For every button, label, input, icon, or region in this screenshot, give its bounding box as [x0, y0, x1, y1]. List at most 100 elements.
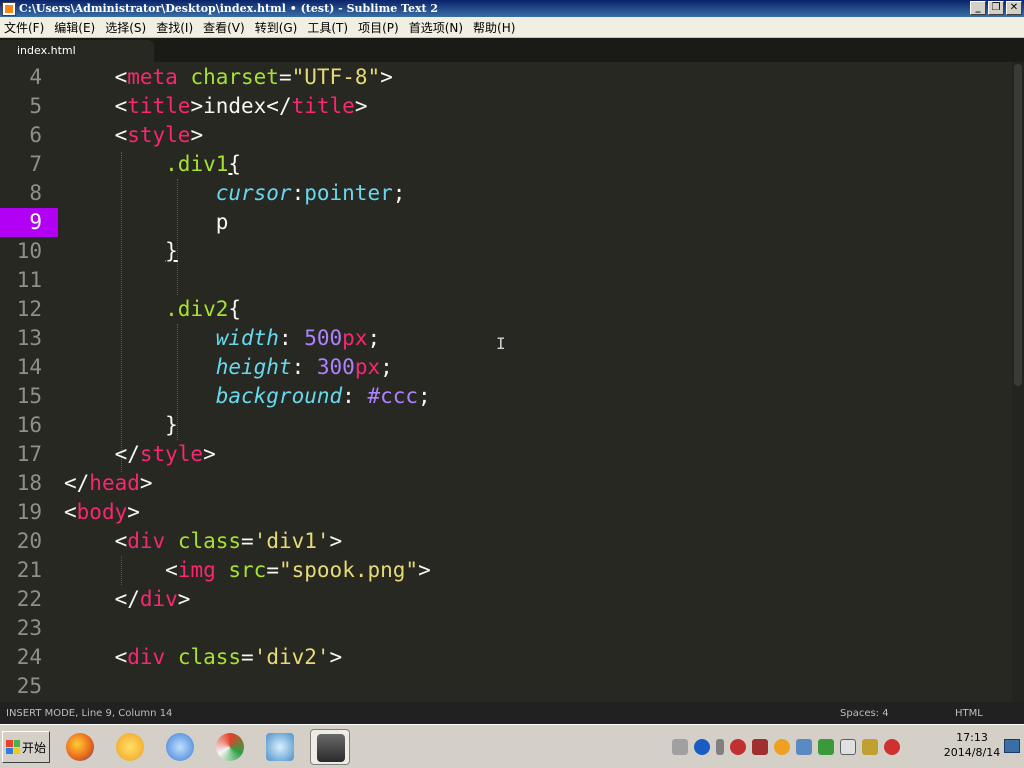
menu-bar: 文件(F) 编辑(E) 选择(S) 查找(I) 查看(V) 转到(G) 工具(T… — [0, 17, 1024, 38]
start-button[interactable]: 开始 — [2, 731, 50, 763]
code-line: <div class='div2'> — [64, 645, 343, 669]
taskbar-umbrella[interactable] — [210, 729, 250, 765]
line-number: 15 — [16, 384, 42, 408]
code-line: <style> — [64, 123, 204, 147]
syntax-selector[interactable]: HTML — [955, 708, 983, 719]
status-bar: INSERT MODE, Line 9, Column 14 Spaces: 4… — [0, 702, 1024, 724]
sublime-app-icon — [2, 1, 16, 16]
code-editor[interactable]: 4 5 6 7 8 9 10 11 12 13 14 15 16 17 18 1… — [0, 62, 1012, 702]
line-number: 13 — [16, 326, 42, 350]
menu-project[interactable]: 项目(P) — [358, 19, 399, 36]
code-line: cursor:pointer; — [215, 181, 406, 205]
line-number: 21 — [16, 558, 42, 582]
code-line: <body> — [64, 500, 140, 524]
line-number: 11 — [16, 268, 42, 292]
code-line: <img src="spook.png"> — [64, 558, 431, 582]
line-number: 14 — [16, 355, 42, 379]
current-line-number: 9 — [0, 208, 58, 237]
ibeam-cursor-icon: I — [496, 334, 506, 353]
taskbar-qq[interactable] — [110, 729, 150, 765]
menu-goto[interactable]: 转到(G) — [255, 19, 298, 36]
device-icon[interactable] — [840, 739, 856, 755]
restore-button[interactable]: ❐ — [988, 1, 1004, 15]
line-number: 10 — [16, 239, 42, 263]
line-number: 17 — [16, 442, 42, 466]
tab-bar: index.html — [0, 38, 1024, 62]
taskbar-magnifier[interactable] — [260, 729, 300, 765]
line-number: 18 — [16, 471, 42, 495]
volume-muted-icon[interactable] — [884, 739, 900, 755]
code-line: } — [64, 413, 178, 437]
code-line-current: p — [64, 210, 229, 234]
clock-date: 2014/8/14 — [943, 746, 1001, 759]
code-line: </style> — [64, 442, 216, 466]
show-desktop-icon[interactable] — [1004, 739, 1020, 753]
shield-icon[interactable] — [818, 739, 834, 755]
tool-icon[interactable] — [752, 739, 768, 755]
line-number: 7 — [29, 152, 42, 176]
network-icon[interactable] — [730, 739, 746, 755]
code-line: .div1{ — [165, 152, 242, 176]
vertical-scrollbar[interactable] — [1012, 62, 1024, 702]
code-line: <div class='div1'> — [64, 529, 343, 553]
expand-tray-icon[interactable] — [716, 739, 724, 755]
line-number-gutter: 4 5 6 7 8 9 10 11 12 13 14 15 16 17 18 1… — [0, 62, 58, 702]
indentation-setting[interactable]: Spaces: 4 — [840, 708, 889, 719]
line-number: 12 — [16, 297, 42, 321]
sublime-text-icon — [317, 734, 345, 762]
taskbar-firefox[interactable] — [60, 729, 100, 765]
menu-preferences[interactable]: 首选项(N) — [409, 19, 463, 36]
menu-edit[interactable]: 编辑(E) — [54, 19, 95, 36]
taskbar-sublime-text[interactable] — [310, 729, 350, 765]
display-icon[interactable] — [796, 739, 812, 755]
menu-tools[interactable]: 工具(T) — [307, 19, 348, 36]
scrollbar-thumb[interactable] — [1014, 64, 1022, 386]
clock-time: 17:13 — [956, 731, 988, 744]
code-line: width: 500px; — [215, 326, 381, 350]
windows-logo-icon — [6, 740, 20, 754]
code-line: </div> — [64, 587, 191, 611]
window-title: C:\Users\Administrator\Desktop\index.htm… — [19, 2, 439, 15]
lock-icon[interactable] — [862, 739, 878, 755]
menu-selection[interactable]: 选择(S) — [105, 19, 146, 36]
keyboard-icon[interactable] — [672, 739, 688, 755]
menu-file[interactable]: 文件(F) — [4, 19, 44, 36]
start-label: 开始 — [22, 740, 47, 755]
minimize-button[interactable]: _ — [970, 1, 986, 15]
code-line: background: #ccc; — [215, 384, 431, 408]
line-number: 8 — [29, 181, 42, 205]
code-line: <title>index</title> — [64, 94, 368, 118]
code-line: .div2{ — [165, 297, 242, 321]
screen-magnifier-icon — [266, 733, 294, 761]
window-title-bar[interactable]: C:\Users\Administrator\Desktop\index.htm… — [0, 0, 1024, 17]
menu-help[interactable]: 帮助(H) — [473, 19, 515, 36]
menu-find[interactable]: 查找(I) — [156, 19, 193, 36]
qq-tray-icon[interactable] — [774, 739, 790, 755]
line-number: 20 — [16, 529, 42, 553]
line-number: 22 — [16, 587, 42, 611]
line-number: 5 — [29, 94, 42, 118]
line-number: 6 — [29, 123, 42, 147]
line-number: 23 — [16, 616, 42, 640]
code-line: </head> — [64, 471, 153, 495]
status-mode-position: INSERT MODE, Line 9, Column 14 — [6, 708, 173, 719]
code-line: <meta charset="UTF-8"> — [64, 65, 393, 89]
umbrella-icon — [216, 733, 244, 761]
line-number: 24 — [16, 645, 42, 669]
line-number: 16 — [16, 413, 42, 437]
tab-index-html[interactable]: index.html — [0, 40, 154, 62]
line-number: 4 — [29, 65, 42, 89]
help-icon[interactable] — [694, 739, 710, 755]
window-controls: _ ❐ ✕ — [970, 1, 1022, 15]
qq-icon — [116, 733, 144, 761]
firefox-icon — [66, 733, 94, 761]
code-line: } — [165, 239, 178, 263]
close-button[interactable]: ✕ — [1006, 1, 1022, 15]
code-line: height: 300px; — [215, 355, 393, 379]
taskbar-search[interactable] — [160, 729, 200, 765]
system-clock[interactable]: 17:13 2014/8/14 — [940, 730, 1004, 760]
line-number: 19 — [16, 500, 42, 524]
taskbar: 开始 17:13 2014/8/14 — [0, 724, 1024, 768]
search-magnifier-icon — [166, 733, 194, 761]
menu-view[interactable]: 查看(V) — [203, 19, 245, 36]
